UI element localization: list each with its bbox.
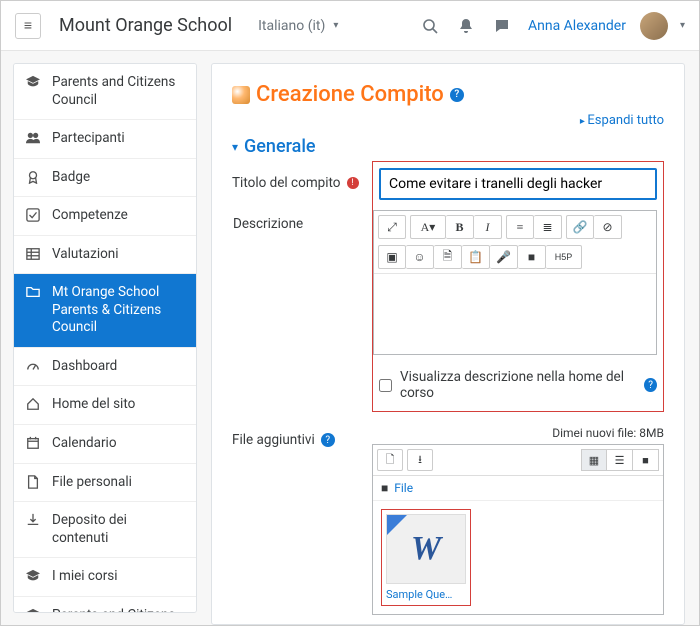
title-label: Titolo del compito ! [232,169,372,191]
chevron-down-icon: ▾ [333,20,338,31]
avatar[interactable] [640,12,668,40]
files-label: File aggiuntivi ? [232,426,372,448]
toolbar-paste-icon[interactable]: 📋 [462,245,490,269]
sidebar-item[interactable]: Home del sito [14,386,196,425]
toolbar-h5p-icon[interactable]: H5P [546,245,582,269]
assignment-title-input[interactable] [379,168,657,200]
assignment-icon [232,86,250,104]
graduation-icon [26,608,42,613]
sidebar-item[interactable]: Calendario [14,425,196,464]
sidebar-item[interactable]: Badge [14,159,196,198]
table-icon [26,247,42,261]
show-description-checkbox[interactable] [379,379,392,392]
file-name: Sample Que… [386,588,466,601]
breadcrumb-link[interactable]: File [394,481,413,495]
toolbar-font-icon[interactable]: A▾ [410,215,446,239]
user-name[interactable]: Anna Alexander [528,18,626,34]
toolbar-mic-icon[interactable]: 🎤 [490,245,518,269]
description-label: Descrizione [233,210,373,232]
breadcrumb: ■ File [373,476,663,501]
brand-title: Mount Orange School [59,15,232,36]
toolbar-bold-icon[interactable]: B [446,215,474,239]
toolbar-link-icon[interactable]: 🔗 [566,215,594,239]
sidebar-item[interactable]: Dashboard [14,348,196,387]
help-icon[interactable]: ? [321,433,335,447]
file-item[interactable]: W Sample Que… [381,509,471,606]
sidebar-item[interactable]: File personali [14,464,196,503]
sidebar-item[interactable]: Valutazioni [14,236,196,275]
bell-icon[interactable] [452,18,480,34]
users-icon [26,131,42,145]
calendar-icon [26,436,42,450]
tach-icon [26,359,42,373]
toolbar-image-icon[interactable]: ▣ [378,245,406,269]
download-button[interactable]: ⭳ [407,449,433,471]
home-icon [26,397,42,411]
folder-icon: ■ [381,481,388,495]
check-icon [26,208,42,222]
sidebar-item[interactable]: Mt Orange School Parents & Citizens Coun… [14,274,196,348]
search-icon[interactable] [416,18,444,34]
toolbar-emoji-icon[interactable]: ☺ [406,245,434,269]
toolbar-expand-icon[interactable]: ⤢ [378,215,406,239]
grid-view-button[interactable]: ▦ [581,449,607,471]
page-title: Creazione Compito ? [232,82,664,107]
language-selector[interactable]: Italiano (it) ▾ [258,18,338,34]
help-icon[interactable]: ? [450,88,464,102]
sidebar-item[interactable]: Parents and Citizens Council [14,597,196,613]
chat-icon[interactable] [488,18,516,34]
required-icon: ! [347,177,359,189]
toolbar-video-icon[interactable]: ■ [518,245,546,269]
file-icon [26,475,42,489]
help-icon[interactable]: ? [644,378,657,392]
expand-all-link[interactable]: Espandi tutto [232,113,664,128]
description-editor[interactable]: ⤢ A▾ B I ≡ ≣ [373,210,657,355]
tree-view-button[interactable]: ■ [633,449,659,471]
badge-icon [26,170,42,184]
sidebar-item[interactable]: Deposito dei contenuti [14,502,196,558]
toolbar-ul-icon[interactable]: ≡ [506,215,534,239]
description-textarea[interactable] [374,274,656,354]
add-file-button[interactable]: 🗋 [377,449,403,471]
toolbar-doc-icon[interactable]: 🗎 [434,245,462,269]
hamburger-menu[interactable]: ≡ [15,13,41,39]
file-manager: 🗋 ⭳ ▦ ☰ ■ ■ File [372,444,664,615]
user-menu-caret[interactable]: ▾ [680,20,685,31]
download-icon [26,513,42,527]
graduation-icon [26,75,42,89]
word-doc-icon: W [386,514,466,584]
sidebar-item[interactable]: Competenze [14,197,196,236]
toolbar-unlink-icon[interactable]: ⊘ [594,215,622,239]
section-general[interactable]: Generale [232,136,664,157]
sidebar-item[interactable]: I miei corsi [14,558,196,597]
folder-icon [26,285,42,299]
sidebar-item[interactable]: Partecipanti [14,120,196,159]
toolbar-ol-icon[interactable]: ≣ [534,215,562,239]
list-view-button[interactable]: ☰ [607,449,633,471]
graduation-icon [26,569,42,583]
sidebar-item[interactable]: Parents and Citizens Council [14,64,196,120]
toolbar-italic-icon[interactable]: I [474,215,502,239]
file-size-limit: Dimei nuovi file: 8MB [372,426,664,440]
show-description-label: Visualizza descrizione nella home del co… [400,369,636,401]
